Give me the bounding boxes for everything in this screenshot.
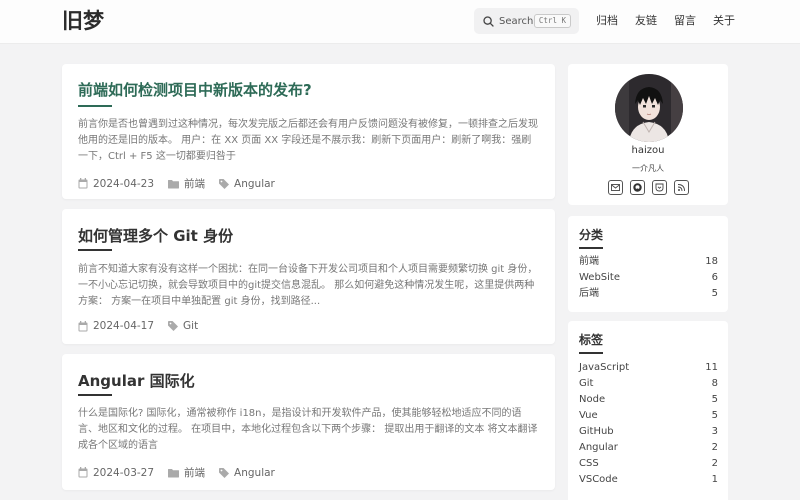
nav-guestbook[interactable]: 留言 xyxy=(674,13,696,29)
tag-icon xyxy=(219,178,230,189)
tag-icon xyxy=(168,321,179,331)
search-box[interactable]: Search Ctrl K xyxy=(474,8,579,34)
title-underline xyxy=(78,249,112,251)
post-title[interactable]: Angular 国际化 xyxy=(78,371,195,391)
tag-item[interactable]: JavaScript 11 xyxy=(579,360,718,376)
search-label: Search xyxy=(499,15,534,27)
post-category[interactable]: 前端 xyxy=(168,465,205,480)
categories-heading: 分类 xyxy=(579,228,604,242)
category-item[interactable]: WebSite 6 xyxy=(579,270,718,286)
post-date: 2024-04-17 xyxy=(78,320,154,332)
post-category[interactable]: 前端 xyxy=(168,176,205,191)
post-excerpt: 前言你是否也曾遇到过这种情况，每次发完版之后都还会有用户反馈问题没有被修复，一顿… xyxy=(78,119,538,162)
tag-item[interactable]: CSS 2 xyxy=(579,456,718,472)
post-tag[interactable]: Angular xyxy=(219,178,275,190)
post-excerpt: 前言不知道大家有没有这样一个困扰：在同一台设备下开发公司项目和个人项目需要频繁切… xyxy=(78,264,538,307)
post-tag[interactable]: Angular xyxy=(219,467,275,479)
category-item[interactable]: 后端 5 xyxy=(579,286,718,302)
folder-icon xyxy=(168,468,180,477)
tag-item[interactable]: Git 8 xyxy=(579,376,718,392)
post-card: 前端如何检测项目中新版本的发布? 前言你是否也曾遇到过这种情况，每次发完版之后都… xyxy=(62,64,555,199)
nav-about[interactable]: 关于 xyxy=(713,13,735,29)
post-title[interactable]: 如何管理多个 Git 身份 xyxy=(78,226,233,246)
title-underline xyxy=(78,105,112,107)
tags-heading: 标签 xyxy=(579,333,604,347)
post-title[interactable]: 前端如何检测项目中新版本的发布? xyxy=(78,80,312,100)
post-excerpt: 什么是国际化? 国际化，通常被称作 i18n，是指设计和开发软件产品，使其能够轻… xyxy=(78,408,538,451)
avatar xyxy=(615,74,683,142)
calendar-icon xyxy=(78,467,88,478)
nav-archive[interactable]: 归档 xyxy=(596,13,618,29)
category-item[interactable]: 前端 18 xyxy=(579,254,718,270)
tags-card: 标签 JavaScript 11 Git 8 Node 5 Vue 5 GitHub 3 … xyxy=(568,321,728,500)
mail-icon[interactable] xyxy=(608,180,623,195)
post-date: 2024-04-23 xyxy=(78,178,154,190)
folder-icon xyxy=(168,179,180,188)
post-meta: 2024-04-17 Git xyxy=(78,320,212,332)
post-meta: 2024-04-23 前端 Angular xyxy=(78,176,289,191)
tag-item[interactable]: Node 5 xyxy=(579,392,718,408)
profile-card: haizou 一介凡人 xyxy=(568,64,728,205)
nav-friends[interactable]: 友链 xyxy=(635,13,657,29)
post-tag[interactable]: Git xyxy=(168,320,198,332)
categories-list: 前端 18 WebSite 6 后端 5 xyxy=(579,254,718,302)
main-nav: 归档 友链 留言 关于 xyxy=(596,13,752,29)
bookmark-icon[interactable] xyxy=(652,180,667,195)
search-shortcut: Ctrl K xyxy=(533,14,571,28)
profile-motto: 一介凡人 xyxy=(632,164,664,173)
calendar-icon xyxy=(78,178,88,189)
categories-card: 分类 前端 18 WebSite 6 后端 5 xyxy=(568,216,728,312)
site-logo[interactable]: 旧梦 xyxy=(62,7,104,35)
site-header: 旧梦 Search Ctrl K 归档 友链 留言 关于 xyxy=(0,0,800,44)
post-card: Angular 国际化 什么是国际化? 国际化，通常被称作 i18n，是指设计和… xyxy=(62,354,555,490)
post-meta: 2024-03-27 前端 Angular xyxy=(78,465,289,480)
heading-underline xyxy=(579,247,603,249)
tag-item[interactable]: GitHub 3 xyxy=(579,424,718,440)
social-links xyxy=(608,180,696,195)
calendar-icon xyxy=(78,320,88,331)
tag-item[interactable]: VSCode 1 xyxy=(579,472,718,488)
github-icon[interactable] xyxy=(630,180,645,195)
title-underline xyxy=(78,394,112,396)
rss-icon[interactable] xyxy=(674,180,689,195)
tag-item[interactable]: Vue 5 xyxy=(579,408,718,424)
search-icon xyxy=(483,15,494,27)
post-date: 2024-03-27 xyxy=(78,467,154,479)
tags-list: JavaScript 11 Git 8 Node 5 Vue 5 GitHub 3 Ang… xyxy=(579,360,718,488)
tag-item[interactable]: Angular 2 xyxy=(579,440,718,456)
tag-icon xyxy=(219,467,230,478)
profile-name: haizou xyxy=(631,145,665,156)
heading-underline xyxy=(579,352,603,354)
post-card: 如何管理多个 Git 身份 前言不知道大家有没有这样一个困扰：在同一台设备下开发… xyxy=(62,209,555,344)
